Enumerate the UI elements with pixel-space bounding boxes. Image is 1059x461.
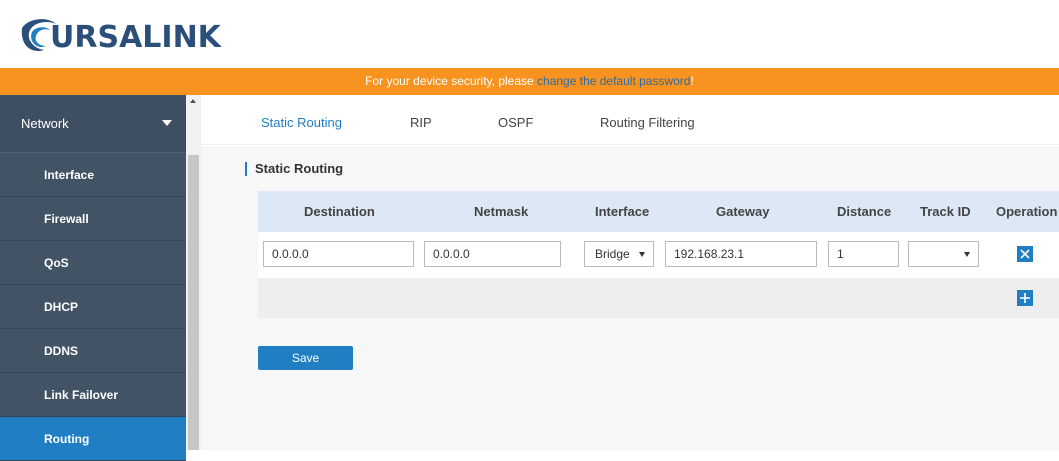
scroll-up-arrow-icon[interactable]	[190, 99, 196, 103]
table-row: 0.0.0.0 0.0.0.0 Bridge 192.168.23.1 1	[258, 232, 1059, 278]
column-header-gateway: Gateway	[716, 204, 770, 219]
column-header-track-id: Track ID	[920, 204, 971, 219]
section-title: Static Routing	[245, 162, 343, 176]
dropdown-arrow-icon	[639, 252, 645, 257]
gateway-input[interactable]: 192.168.23.1	[665, 241, 817, 267]
tab-rip[interactable]: RIP	[410, 95, 432, 145]
header: URSALINK	[0, 0, 1059, 68]
main-content: Static Routing Destination Netmask Inter…	[201, 146, 1059, 450]
save-button[interactable]: Save	[258, 346, 353, 370]
logo-mark-icon	[18, 14, 56, 54]
sidebar-item-dhcp[interactable]: DHCP	[0, 285, 186, 329]
add-icon[interactable]	[1017, 290, 1033, 306]
tab-static-routing[interactable]: Static Routing	[261, 95, 342, 145]
sidebar: Network Interface Firewall QoS DHCP DDNS…	[0, 95, 186, 461]
tab-routing-filtering[interactable]: Routing Filtering	[600, 95, 695, 145]
static-routing-table: Destination Netmask Interface Gateway Di…	[258, 191, 1059, 318]
banner-suffix: !	[690, 74, 694, 88]
sidebar-scrollbar[interactable]	[186, 95, 201, 450]
sidebar-header-label: Network	[21, 116, 69, 131]
column-header-operation: Operation	[996, 204, 1058, 219]
sidebar-item-firewall[interactable]: Firewall	[0, 197, 186, 241]
column-header-distance: Distance	[837, 204, 892, 219]
column-header-netmask: Netmask	[474, 204, 529, 219]
interface-select-value: Bridge	[595, 247, 630, 261]
distance-input[interactable]: 1	[828, 241, 899, 267]
column-header-destination: Destination	[304, 204, 375, 219]
tab-bar: Static Routing RIP OSPF Routing Filterin…	[201, 95, 1059, 145]
delete-icon[interactable]	[1017, 246, 1033, 262]
banner-text: For your device security, please	[365, 74, 538, 88]
brand-name: URSALINK	[50, 20, 221, 55]
security-banner: For your device security, please change …	[0, 68, 1059, 95]
change-password-link[interactable]: change the default password	[537, 74, 690, 88]
tab-ospf[interactable]: OSPF	[498, 95, 533, 145]
table-header: Destination Netmask Interface Gateway Di…	[258, 191, 1059, 232]
column-header-interface: Interface	[595, 204, 650, 219]
netmask-input[interactable]: 0.0.0.0	[424, 241, 561, 267]
sidebar-item-qos[interactable]: QoS	[0, 241, 186, 285]
add-row	[258, 278, 1059, 318]
sidebar-header-network[interactable]: Network	[0, 95, 186, 153]
sidebar-item-interface[interactable]: Interface	[0, 153, 186, 197]
scrollbar-thumb[interactable]	[188, 155, 199, 450]
sidebar-item-routing[interactable]: Routing	[0, 417, 186, 461]
sidebar-item-ddns[interactable]: DDNS	[0, 329, 186, 373]
track-id-select[interactable]	[908, 241, 979, 267]
interface-select[interactable]: Bridge	[584, 241, 654, 267]
caret-down-icon	[162, 120, 172, 126]
destination-input[interactable]: 0.0.0.0	[263, 241, 414, 267]
sidebar-item-link-failover[interactable]: Link Failover	[0, 373, 186, 417]
dropdown-arrow-icon	[964, 252, 970, 257]
ursalink-logo: URSALINK	[18, 12, 221, 55]
